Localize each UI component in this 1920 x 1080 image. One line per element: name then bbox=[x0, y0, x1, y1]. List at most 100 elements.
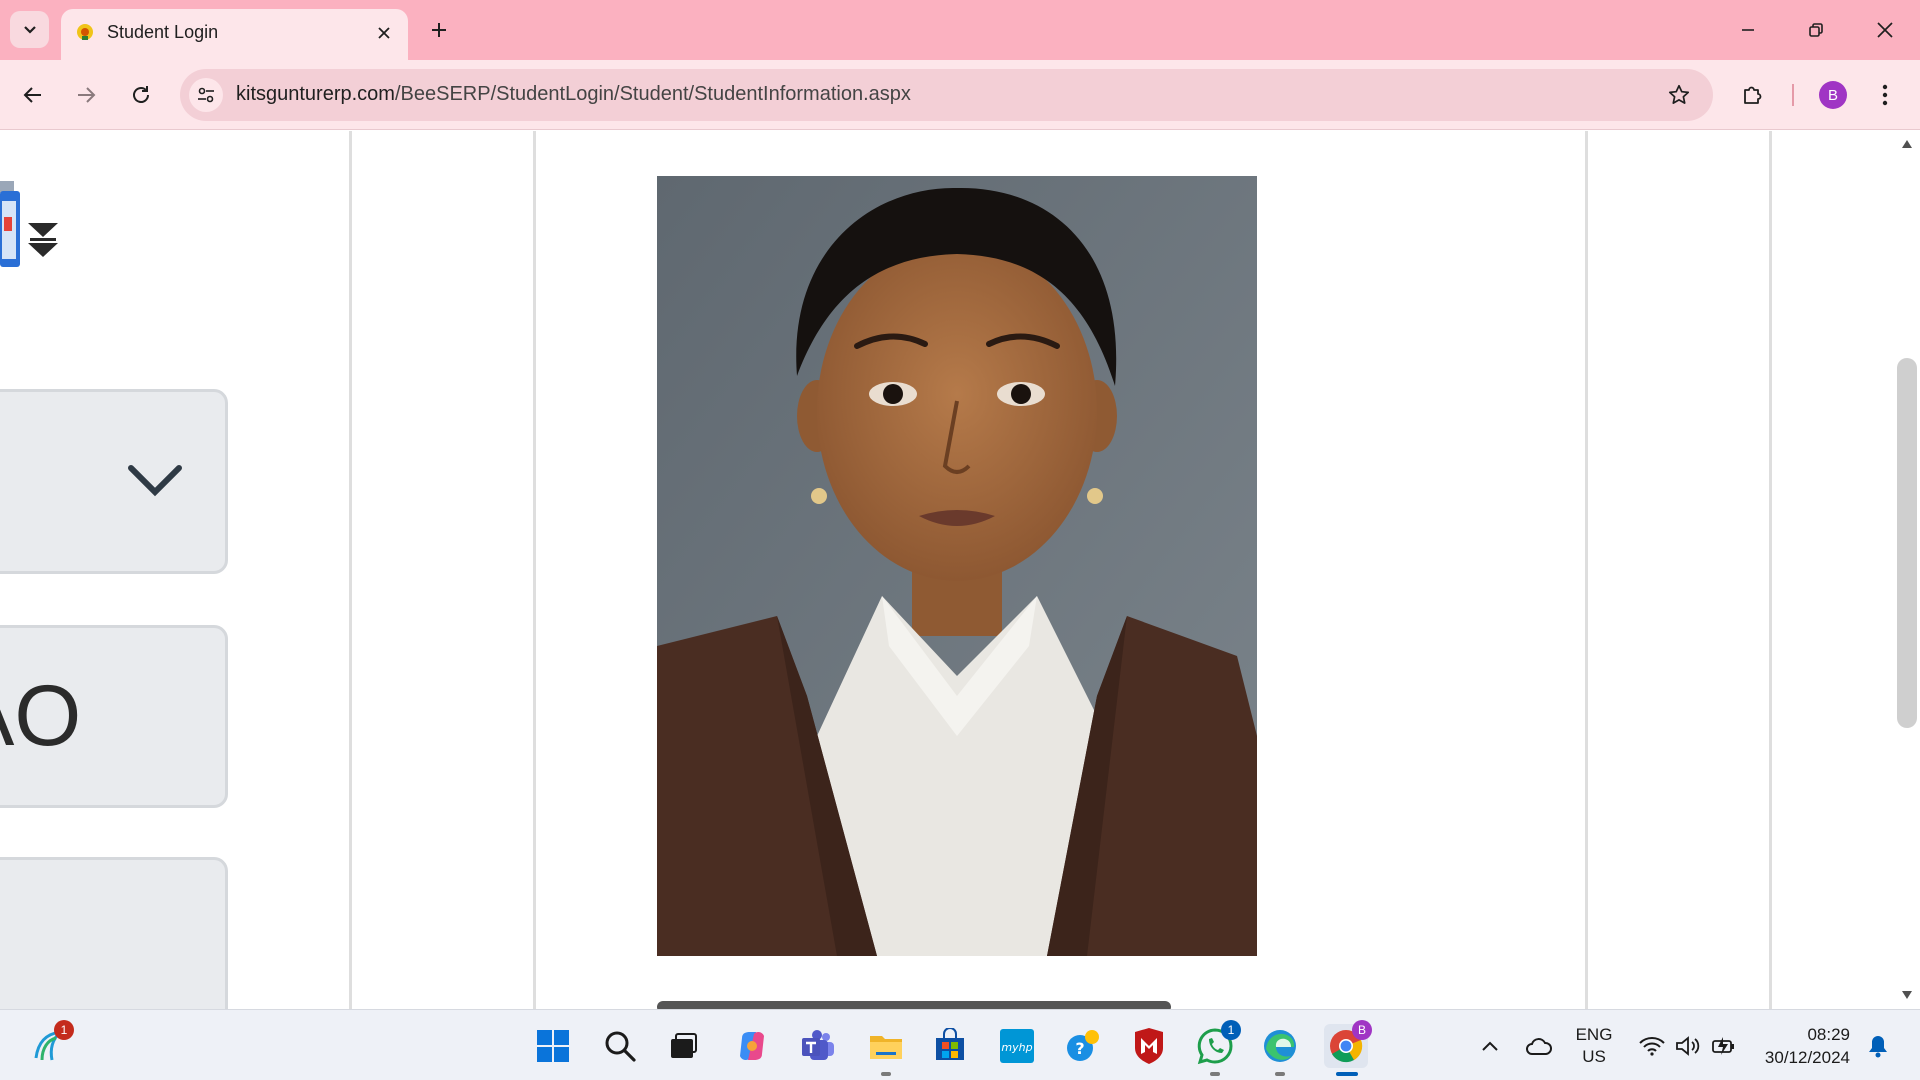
widgets-button[interactable]: 1 bbox=[26, 1020, 74, 1068]
svg-text:myhp: myhp bbox=[1001, 1041, 1032, 1054]
microsoft-store-button[interactable] bbox=[928, 1024, 972, 1068]
show-hidden-icons-button[interactable] bbox=[1468, 1024, 1512, 1068]
reload-button[interactable] bbox=[122, 76, 160, 114]
widgets-badge: 1 bbox=[54, 1020, 74, 1040]
info-card: AO bbox=[0, 625, 228, 808]
reload-icon bbox=[133, 86, 149, 103]
college-logo-icon bbox=[77, 24, 93, 40]
battery-charging-icon bbox=[1712, 1037, 1734, 1055]
search-button[interactable] bbox=[598, 1024, 642, 1068]
start-button[interactable] bbox=[531, 1024, 575, 1068]
column-divider bbox=[1769, 131, 1772, 1009]
tune-icon bbox=[198, 87, 214, 103]
task-view-button[interactable] bbox=[661, 1024, 705, 1068]
extensions-button[interactable] bbox=[1733, 76, 1773, 114]
tab-title: Student Login bbox=[107, 22, 219, 42]
myhp-icon: myhp bbox=[1000, 1029, 1034, 1063]
tab-strip: Student Login bbox=[0, 0, 1920, 60]
chevron-down-icon bbox=[128, 465, 182, 497]
chevron-up-icon bbox=[1482, 1041, 1498, 1051]
battery-button[interactable] bbox=[1702, 1024, 1746, 1068]
notifications-button[interactable] bbox=[1856, 1024, 1900, 1068]
address-bar[interactable]: kitsgunturerp.com/BeeSERP/StudentLogin/S… bbox=[180, 69, 1713, 121]
clock[interactable]: 08:29 30/12/2024 bbox=[1754, 1023, 1850, 1069]
column-divider bbox=[1585, 131, 1588, 1009]
more-vertical-icon bbox=[1882, 84, 1888, 106]
card-text: AO bbox=[0, 668, 82, 764]
chrome-profile-badge: B bbox=[1352, 1020, 1372, 1040]
close-icon bbox=[378, 27, 390, 39]
file-explorer-button[interactable] bbox=[864, 1024, 908, 1076]
info-card bbox=[0, 857, 228, 1009]
copilot-button[interactable] bbox=[730, 1024, 774, 1068]
scroll-up-button[interactable] bbox=[1898, 135, 1916, 153]
folder-icon bbox=[870, 1036, 902, 1059]
close-icon bbox=[1877, 22, 1893, 38]
star-icon bbox=[1668, 84, 1690, 104]
tips-button[interactable]: ? bbox=[1061, 1024, 1105, 1068]
arrow-left-icon bbox=[23, 87, 41, 103]
active-indicator bbox=[1336, 1072, 1358, 1076]
keyboard-layout: US bbox=[1582, 1047, 1606, 1066]
whatsapp-button[interactable]: 1 bbox=[1193, 1020, 1241, 1076]
close-tab-button[interactable] bbox=[372, 21, 396, 45]
cloud-icon bbox=[1526, 1038, 1552, 1055]
new-tab-button[interactable] bbox=[422, 13, 456, 47]
teams-icon bbox=[802, 1030, 834, 1060]
student-photo-image bbox=[657, 176, 1257, 956]
copilot-icon bbox=[740, 1031, 764, 1061]
column-divider bbox=[349, 131, 352, 1009]
chrome-button[interactable]: B bbox=[1324, 1020, 1372, 1076]
restore-button[interactable] bbox=[1792, 10, 1840, 50]
running-indicator bbox=[1275, 1072, 1285, 1076]
close-window-button[interactable] bbox=[1861, 10, 1909, 50]
app-logo-icon bbox=[0, 181, 58, 267]
speaker-icon bbox=[1676, 1036, 1700, 1056]
scroll-thumb[interactable] bbox=[1897, 358, 1917, 728]
forward-button[interactable] bbox=[67, 76, 105, 114]
language-indicator[interactable]: ENG US bbox=[1568, 1024, 1620, 1068]
browser-menu-button[interactable] bbox=[1870, 76, 1900, 114]
teams-button[interactable] bbox=[796, 1024, 840, 1068]
svg-text:?: ? bbox=[1075, 1039, 1084, 1058]
clock-date: 30/12/2024 bbox=[1764, 1048, 1850, 1067]
restore-icon bbox=[1809, 23, 1823, 37]
mcafee-button[interactable] bbox=[1127, 1024, 1171, 1068]
windows-logo-icon bbox=[537, 1030, 569, 1062]
bell-icon bbox=[1869, 1036, 1887, 1058]
scroll-down-button[interactable] bbox=[1898, 986, 1916, 1004]
running-indicator bbox=[1210, 1072, 1220, 1076]
active-tab[interactable]: Student Login bbox=[61, 9, 408, 60]
column-divider bbox=[533, 131, 536, 1009]
dropdown-card[interactable] bbox=[0, 389, 228, 574]
chevron-down-icon bbox=[23, 25, 36, 34]
minimize-icon bbox=[1742, 29, 1754, 31]
site-info-button[interactable] bbox=[189, 78, 223, 112]
windows-taskbar: 1 myhp ? 1 B ENG US 08:29 30/12/2024 bbox=[0, 1009, 1920, 1080]
browser-toolbar: kitsgunturerp.com/BeeSERP/StudentLogin/S… bbox=[0, 60, 1920, 130]
tab-search-button[interactable] bbox=[10, 11, 49, 48]
myhp-button[interactable]: myhp bbox=[995, 1024, 1039, 1068]
search-icon bbox=[605, 1031, 636, 1062]
minimize-button[interactable] bbox=[1724, 10, 1772, 50]
arrow-right-icon bbox=[78, 87, 96, 103]
store-icon bbox=[936, 1028, 964, 1060]
photo-underline bbox=[657, 1001, 1171, 1009]
url-text[interactable]: kitsgunturerp.com/BeeSERP/StudentLogin/S… bbox=[236, 83, 911, 106]
mcafee-shield-icon bbox=[1135, 1028, 1163, 1064]
bookmark-button[interactable] bbox=[1665, 81, 1693, 109]
back-button[interactable] bbox=[14, 76, 52, 114]
plus-icon bbox=[432, 23, 446, 37]
whatsapp-badge: 1 bbox=[1221, 1020, 1241, 1040]
student-photo bbox=[657, 176, 1257, 956]
edge-icon bbox=[1264, 1030, 1296, 1062]
onedrive-button[interactable] bbox=[1517, 1024, 1561, 1068]
profile-avatar[interactable]: B bbox=[1819, 81, 1847, 109]
page-viewport: AO bbox=[0, 131, 1920, 1009]
edge-button[interactable] bbox=[1258, 1024, 1302, 1076]
language-code: ENG bbox=[1575, 1025, 1613, 1044]
clock-time: 08:29 bbox=[1807, 1025, 1850, 1044]
task-view-icon bbox=[671, 1033, 697, 1058]
toolbar-divider bbox=[1792, 84, 1794, 106]
running-indicator bbox=[881, 1072, 891, 1076]
